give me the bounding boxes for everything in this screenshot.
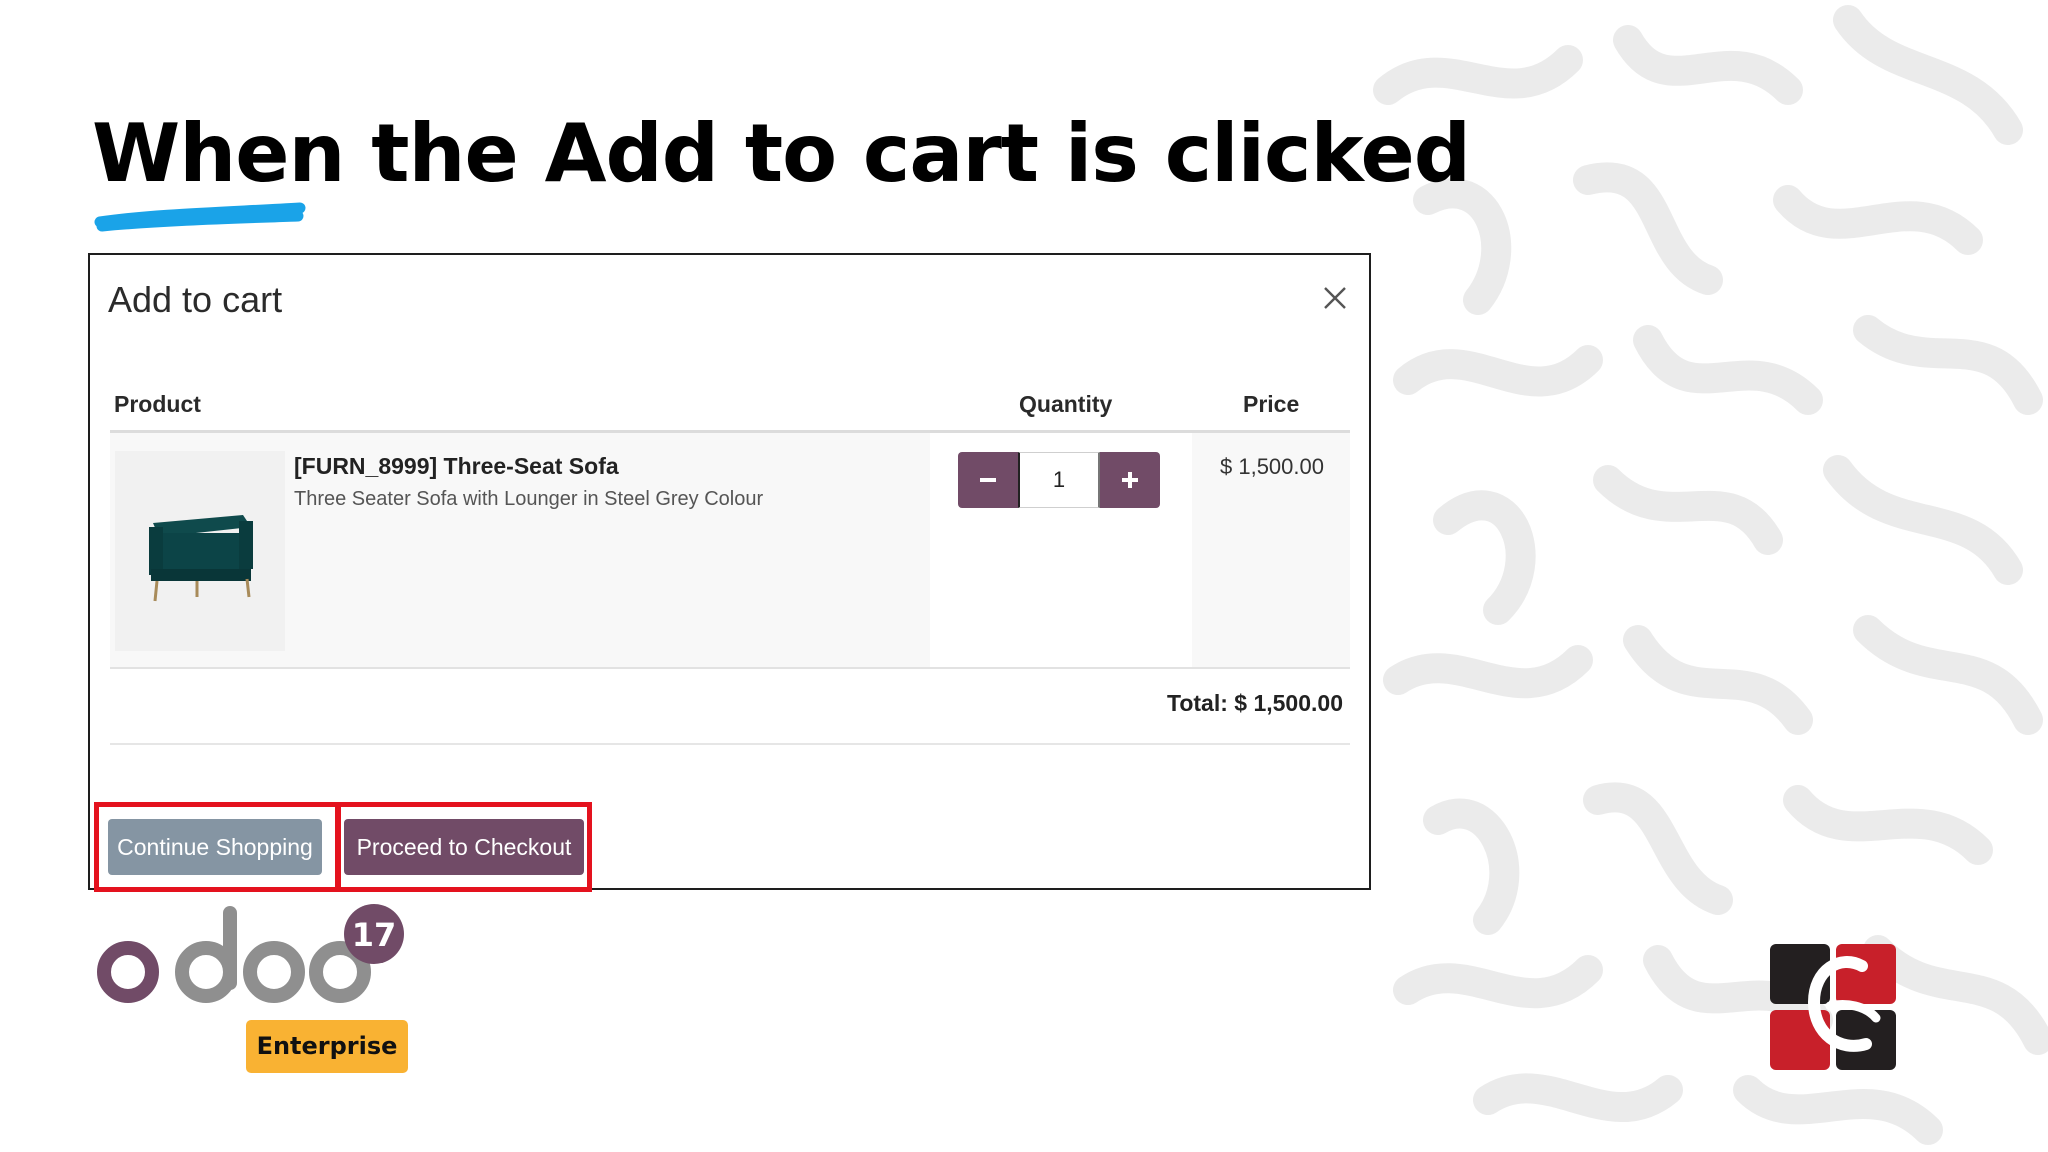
product-image — [115, 451, 285, 651]
enterprise-badge: Enterprise — [246, 1020, 408, 1073]
column-header-quantity: Quantity — [1019, 391, 1113, 417]
quantity-stepper — [958, 452, 1160, 508]
cart-total: Total: $ 1,500.00 — [1167, 690, 1343, 716]
plus-icon — [1122, 472, 1138, 488]
column-header-product: Product — [114, 391, 201, 417]
proceed-to-checkout-button[interactable]: Proceed to Checkout — [344, 819, 584, 875]
version-number: 17 — [352, 916, 397, 954]
close-icon[interactable] — [1322, 285, 1348, 311]
minus-icon — [980, 478, 996, 482]
total-divider — [110, 743, 1350, 745]
column-header-price: Price — [1243, 391, 1300, 417]
add-to-cart-dialog: Add to cart Product Quantity Price [FURN… — [88, 253, 1371, 892]
title-underline — [94, 202, 306, 232]
continue-shopping-button[interactable]: Continue Shopping — [108, 819, 322, 875]
decrease-quantity-button[interactable] — [958, 452, 1018, 508]
slide-title: When the Add to cart is clicked — [92, 107, 1471, 200]
product-name: [FURN_8999] Three-Seat Sofa — [294, 453, 619, 479]
cybrosys-logo-icon — [1770, 944, 1896, 1070]
sofa-icon — [115, 451, 285, 651]
product-price: $ 1,500.00 — [1220, 454, 1324, 479]
increase-quantity-button[interactable] — [1100, 452, 1160, 508]
dialog-title: Add to cart — [108, 279, 283, 320]
row-divider — [110, 667, 1350, 669]
quantity-input[interactable] — [1018, 452, 1100, 508]
product-description: Three Seater Sofa with Lounger in Steel … — [294, 488, 764, 510]
